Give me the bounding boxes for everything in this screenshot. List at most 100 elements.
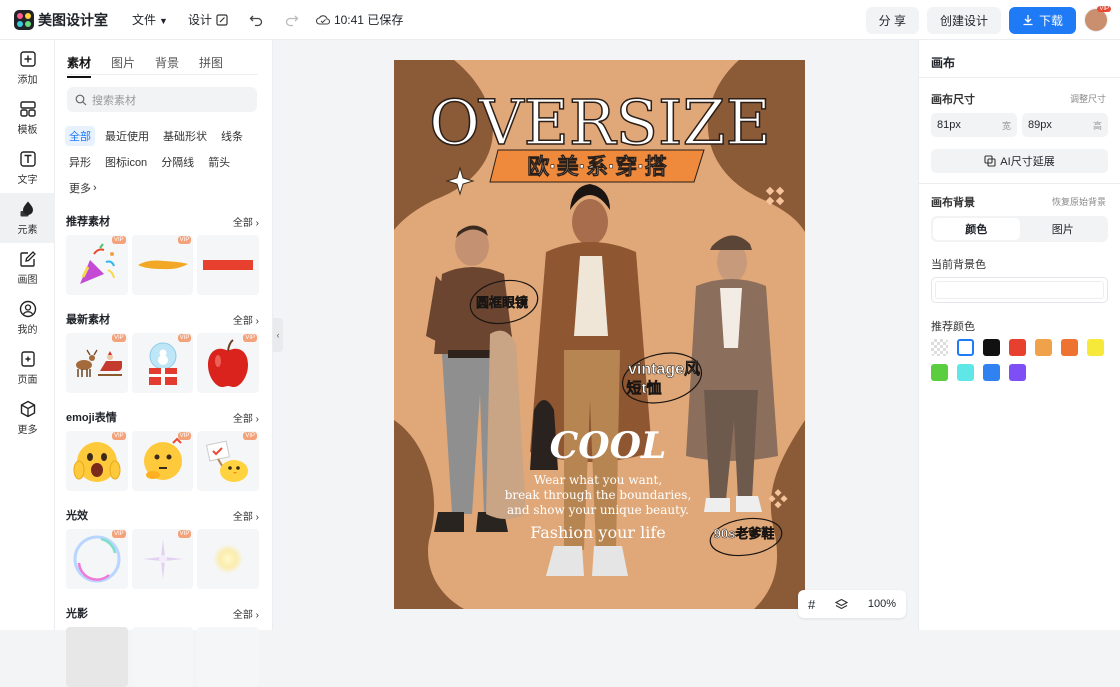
create-design-button[interactable]: 创建设计 [926, 6, 1001, 34]
swatch-black[interactable] [983, 339, 1000, 356]
scared-face-icon [73, 442, 121, 482]
download-button[interactable]: 下载 [1008, 6, 1076, 34]
chip-irregular[interactable]: 异形 [65, 152, 95, 172]
asset-tile-shadow-1[interactable] [66, 627, 128, 687]
asset-tile-apple[interactable]: VIP [197, 333, 260, 393]
swatch-light-orange[interactable] [1035, 339, 1052, 356]
chip-recent[interactable]: 最近使用 [101, 126, 153, 146]
chip-arrows[interactable]: 箭头 [204, 152, 234, 172]
callout-vintage-line1[interactable]: vintage风 [628, 360, 701, 379]
search-input[interactable]: 搜索素材 [67, 87, 257, 112]
poster-subtitle[interactable]: 欧·美·系·穿·搭 [527, 154, 668, 180]
nav-elements-label: 元素 [17, 225, 38, 236]
share-button[interactable]: 分 享 [865, 6, 919, 34]
swatch-transparent[interactable] [931, 339, 948, 356]
slogan-line2[interactable]: break through the boundaries, [505, 488, 692, 502]
download-icon [1023, 15, 1033, 26]
nav-elements[interactable]: 元素 [0, 193, 55, 243]
chip-all[interactable]: 全部 [65, 126, 95, 146]
bg-type-color[interactable]: 颜色 [933, 218, 1020, 240]
layers-icon[interactable] [835, 598, 849, 611]
nav-templates[interactable]: 模板 [0, 93, 55, 143]
vip-badge: VIP [1097, 6, 1111, 12]
asset-tile-thinking-emoji[interactable]: VIP [131, 431, 194, 491]
callout-shoes[interactable]: 90s老爹鞋 [713, 526, 775, 542]
asset-tile-red-bar[interactable] [197, 235, 260, 295]
avatar[interactable]: VIP [1084, 6, 1111, 32]
undo-icon[interactable] [248, 12, 264, 28]
see-all-link[interactable]: 全部 › [233, 312, 259, 327]
redo-icon[interactable] [284, 12, 300, 28]
slogan-line3[interactable]: and show your unique beauty. [507, 503, 689, 517]
see-all-link[interactable]: 全部 › [233, 410, 259, 425]
tab-images[interactable]: 图片 [111, 54, 135, 71]
swatch-yellow[interactable] [1087, 339, 1104, 356]
fashion-tagline[interactable]: Fashion your life [530, 523, 666, 542]
width-value: 81px [937, 119, 961, 131]
swatch-purple[interactable] [1009, 364, 1026, 381]
callout-vintage-line2[interactable]: 短t恤 [626, 379, 662, 398]
zoom-level[interactable]: 100% [868, 598, 896, 610]
slogan-line1[interactable]: Wear what you want, [534, 473, 662, 487]
section-title: 推荐素材 [66, 216, 110, 228]
chip-dividers[interactable]: 分隔线 [157, 152, 198, 172]
swatch-orange[interactable] [1061, 339, 1078, 356]
adjust-size-link[interactable]: 调整尺寸 [1070, 92, 1106, 105]
cool-heading[interactable]: COOL [550, 425, 667, 467]
nav-more[interactable]: 更多 [0, 393, 55, 443]
nav-pages[interactable]: 页面 [0, 343, 55, 393]
chip-more[interactable]: 更多 › [65, 178, 101, 198]
chip-lines[interactable]: 线条 [217, 126, 247, 146]
nav-draw[interactable]: 画图 [0, 243, 55, 293]
swatch-white[interactable] [957, 339, 974, 356]
vip-badge: VIP [177, 432, 192, 440]
section-latest: 最新素材 全部 › VIP VIP VIP [66, 312, 260, 393]
vip-badge: VIP [177, 334, 192, 342]
sparkle-icon [142, 539, 183, 579]
design-menu[interactable]: 设计 [188, 11, 228, 28]
asset-tile-bubble[interactable]: VIP [66, 529, 128, 589]
asset-tile-shadow-3[interactable] [197, 627, 260, 687]
current-bg-color-field[interactable] [931, 277, 1108, 303]
poster-title[interactable]: OVERSIZE [428, 85, 771, 160]
section-recommended: 推荐素材 全部 › VIP VIP [66, 214, 260, 295]
swatch-red[interactable] [1009, 339, 1026, 356]
restore-bg-link[interactable]: 恢复原始背景 [1052, 195, 1106, 208]
nav-text[interactable]: 文字 [0, 143, 55, 193]
asset-tile-snowglobe-gift[interactable]: VIP [131, 333, 194, 393]
nav-add[interactable]: 添加 [0, 43, 55, 93]
design-canvas[interactable]: OVERSIZE 欧·美·系·穿·搭 圆框眼镜 vintage风 短t恤 COO… [394, 60, 805, 609]
tab-backgrounds[interactable]: 背景 [155, 54, 179, 71]
ai-resize-icon [984, 155, 996, 167]
callout-glasses[interactable]: 圆框眼镜 [476, 295, 529, 311]
swatch-cyan[interactable] [957, 364, 974, 381]
tab-collage[interactable]: 拼图 [199, 54, 223, 71]
see-all-link[interactable]: 全部 › [233, 606, 259, 621]
nav-mine[interactable]: 我的 [0, 293, 55, 343]
asset-tile-scared-emoji[interactable]: VIP [66, 431, 128, 491]
height-field[interactable]: 89px 高 [1022, 113, 1108, 137]
chip-icons[interactable]: 图标icon [101, 152, 151, 172]
file-menu[interactable]: 文件 ▼ [132, 11, 168, 28]
asset-tile-shadow-2[interactable] [131, 627, 194, 687]
grid-icon[interactable]: # [808, 597, 815, 612]
see-all-link[interactable]: 全部 › [233, 214, 259, 229]
tab-materials[interactable]: 素材 [67, 54, 92, 78]
category-chips: 全部 最近使用 基础形状 线条 异形 图标icon 分隔线 箭头 更多 › [65, 126, 265, 198]
width-field[interactable]: 81px 宽 [931, 113, 1017, 137]
bg-type-image[interactable]: 图片 [1020, 218, 1107, 240]
swatch-blue[interactable] [983, 364, 1000, 381]
asset-tile-glow[interactable] [197, 529, 260, 589]
asset-tile-party-popper[interactable]: VIP [66, 235, 128, 295]
asset-tile-sparkle[interactable]: VIP [131, 529, 194, 589]
asset-tile-brush-stroke[interactable]: VIP [131, 235, 194, 295]
asset-tile-sleigh[interactable]: VIP [66, 333, 128, 393]
swatch-green[interactable] [931, 364, 948, 381]
recommended-colors-label: 推荐颜色 [931, 321, 975, 333]
ai-extend-button[interactable]: AI尺寸延展 [931, 149, 1108, 173]
collapse-panel-button[interactable]: ‹ [273, 318, 283, 352]
app-logo[interactable]: 美图设计室 [14, 9, 108, 30]
asset-tile-chick-emoji[interactable]: VIP [197, 431, 260, 491]
see-all-link[interactable]: 全部 › [233, 508, 259, 523]
chip-basic-shapes[interactable]: 基础形状 [159, 126, 211, 146]
